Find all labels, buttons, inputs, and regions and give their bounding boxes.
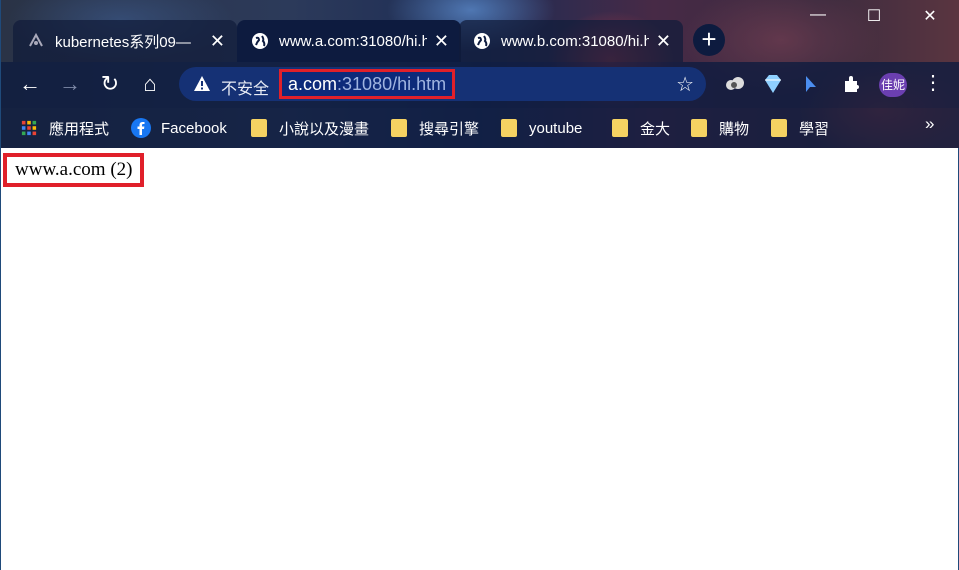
folder-icon	[501, 119, 517, 137]
tab-title: www.a.com:31080/hi.h	[279, 32, 427, 50]
maximize-button[interactable]: ☐	[859, 6, 889, 26]
bookmark-label: 學習	[799, 120, 830, 138]
folder-icon	[691, 119, 707, 137]
tab-www-a[interactable]: www.a.com:31080/hi.h ✕	[237, 20, 461, 62]
bookmark-label: 搜尋引擎	[419, 120, 480, 138]
url-path: :31080/hi.htm	[337, 73, 447, 94]
tab-kubernetes[interactable]: kubernetes系列09— ✕	[13, 20, 237, 62]
url-highlight-box[interactable]: a.com:31080/hi.htm	[279, 69, 456, 99]
tab-title: www.b.com:31080/hi.h	[501, 32, 649, 50]
security-label[interactable]: 不安全	[221, 75, 269, 99]
k8s-logo-icon	[29, 32, 43, 47]
bookmarks-overflow-button[interactable]: »	[925, 114, 934, 134]
bookmark-label: youtube	[529, 119, 583, 137]
bookmark-folder-shopping[interactable]: 購物	[691, 116, 749, 140]
bookmark-folder-novels[interactable]: 小說以及漫畫	[251, 116, 369, 140]
cursor-extension-icon[interactable]	[799, 72, 823, 96]
menu-icon[interactable]: ⋮	[923, 70, 943, 95]
extension-cloud-icon[interactable]	[723, 72, 747, 96]
folder-icon	[612, 119, 628, 137]
globe-icon	[474, 33, 490, 49]
back-button[interactable]: ←	[16, 70, 44, 98]
close-window-button[interactable]: ✕	[915, 6, 945, 26]
bookmark-label: 小說以及漫畫	[279, 120, 370, 138]
globe-icon	[252, 33, 268, 49]
tab-title: kubernetes系列09—	[55, 33, 191, 51]
content-highlight-box: www.a.com (2)	[3, 153, 145, 187]
page-text: www.a.com (2)	[15, 159, 133, 180]
tab-close-button[interactable]: ✕	[434, 31, 449, 51]
toolbar: ← → ↻ ⌂ 不安全 a.com:31080/hi.htm ☆ 佳妮 ⋮	[1, 62, 959, 108]
home-button[interactable]: ⌂	[136, 70, 164, 98]
url-host: a.com	[288, 73, 338, 94]
tab-close-button[interactable]: ✕	[656, 31, 671, 51]
profile-avatar[interactable]: 佳妮	[879, 73, 907, 97]
browser-window: kubernetes系列09— ✕ www.a.com:31080/hi.h ✕…	[0, 0, 959, 570]
bookmark-label: 購物	[719, 120, 750, 138]
bookmark-folder-search[interactable]: 搜尋引擎	[391, 116, 479, 140]
diamond-icon[interactable]	[761, 72, 785, 96]
tab-close-button[interactable]: ✕	[210, 31, 225, 51]
reload-button[interactable]: ↻	[96, 70, 124, 98]
forward-button[interactable]: →	[56, 70, 84, 98]
browser-frame: kubernetes系列09— ✕ www.a.com:31080/hi.h ✕…	[1, 0, 959, 148]
extensions-puzzle-icon[interactable]	[841, 72, 865, 96]
folder-icon	[771, 119, 787, 137]
facebook-icon	[131, 118, 151, 138]
page-content: www.a.com (2)	[1, 148, 958, 570]
bookmark-facebook[interactable]: Facebook	[131, 116, 227, 140]
bookmark-folder-learning[interactable]: 學習	[771, 116, 829, 140]
minimize-button[interactable]: —	[803, 6, 833, 24]
folder-icon	[251, 119, 267, 137]
bookmark-star-icon[interactable]: ☆	[676, 72, 694, 97]
address-bar[interactable]: 不安全 a.com:31080/hi.htm ☆	[179, 67, 706, 101]
bookmark-label: Facebook	[161, 119, 227, 137]
bookmark-apps[interactable]: 應用程式	[21, 116, 109, 140]
tab-www-b[interactable]: www.b.com:31080/hi.h ✕	[459, 20, 683, 62]
folder-icon	[391, 119, 407, 137]
bookmark-label: 金大	[640, 120, 671, 138]
bookmark-folder-jinda[interactable]: 金大	[612, 116, 670, 140]
new-tab-button[interactable]: +	[693, 24, 725, 56]
bookmark-folder-youtube[interactable]: youtube	[501, 116, 582, 140]
apps-grid-icon	[21, 120, 37, 136]
bookmark-label: 應用程式	[49, 120, 110, 138]
warning-icon	[194, 76, 210, 91]
bookmarks-bar: 應用程式 Facebook 小說以及漫畫 搜尋引擎 youtube 金大 購物 …	[1, 108, 959, 148]
